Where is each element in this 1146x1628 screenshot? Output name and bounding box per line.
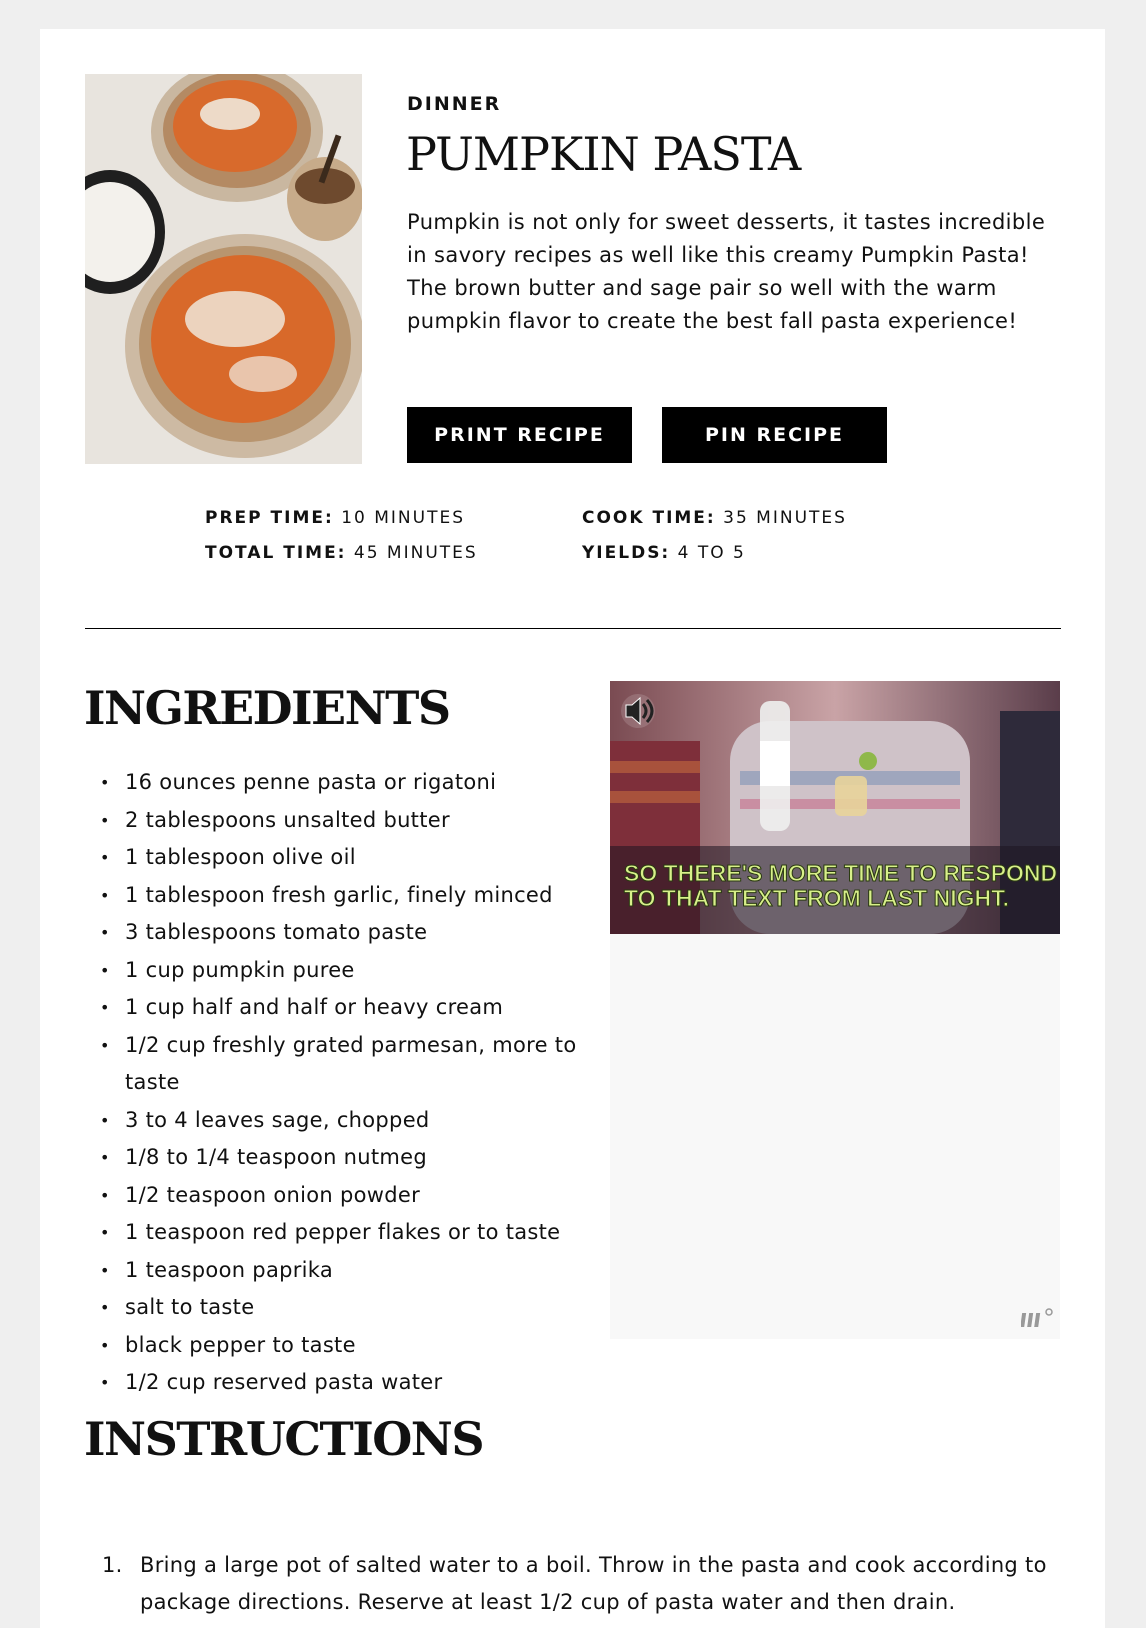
list-item: 1. Bring a large pot of salted water to … bbox=[102, 1547, 1052, 1621]
prep-time-value: 10 MINUTES bbox=[341, 508, 465, 528]
prep-time: PREP TIME: 10 MINUTES bbox=[205, 508, 465, 528]
list-item: 16 ounces penne pasta or rigatoni bbox=[100, 764, 610, 802]
ingredients-list: 16 ounces penne pasta or rigatoni 2 tabl… bbox=[100, 764, 610, 1402]
list-item: salt to taste bbox=[100, 1289, 610, 1327]
ad-logo-icon[interactable] bbox=[1020, 1307, 1055, 1334]
list-item: 3 to 4 leaves sage, chopped bbox=[100, 1102, 610, 1140]
pin-recipe-button[interactable]: PIN RECIPE bbox=[662, 407, 887, 463]
list-item: 1 tablespoon olive oil bbox=[100, 839, 610, 877]
list-item: 1/2 cup freshly grated parmesan, more to… bbox=[100, 1027, 610, 1102]
recipe-card: DINNER PUMPKIN PASTA Pumpkin is not only… bbox=[40, 29, 1105, 1628]
step-text: Bring a large pot of salted water to a b… bbox=[140, 1553, 1047, 1614]
cook-time-label: COOK TIME: bbox=[582, 508, 716, 528]
instructions-list: 1. Bring a large pot of salted water to … bbox=[102, 1547, 1052, 1621]
cook-time-value: 35 MINUTES bbox=[723, 508, 847, 528]
video-caption-line1: SO THERE'S MORE TIME TO RESPOND bbox=[624, 860, 1057, 886]
list-item: 2 tablespoons unsalted butter bbox=[100, 802, 610, 840]
cook-time: COOK TIME: 35 MINUTES bbox=[582, 508, 847, 528]
recipe-category: DINNER bbox=[407, 93, 502, 115]
video-frame: SO THERE'S MORE TIME TO RESPOND TO THAT … bbox=[610, 681, 1060, 934]
list-item: 1 tablespoon fresh garlic, finely minced bbox=[100, 877, 610, 915]
recipe-photo bbox=[85, 74, 362, 464]
recipe-description: Pumpkin is not only for sweet desserts, … bbox=[407, 210, 1046, 333]
total-time-label: TOTAL TIME: bbox=[205, 543, 347, 563]
print-recipe-button[interactable]: PRINT RECIPE bbox=[407, 407, 632, 463]
recipe-title: PUMPKIN PASTA bbox=[406, 127, 801, 181]
section-divider bbox=[85, 628, 1061, 629]
list-item: black pepper to taste bbox=[100, 1327, 610, 1365]
list-item: 1/2 teaspoon onion powder bbox=[100, 1177, 610, 1215]
speaker-icon[interactable] bbox=[621, 694, 655, 728]
list-item: 1 teaspoon red pepper flakes or to taste bbox=[100, 1214, 610, 1252]
ingredients-heading: INGREDIENTS bbox=[84, 681, 451, 735]
prep-time-label: PREP TIME: bbox=[205, 508, 334, 528]
list-item: 1 cup half and half or heavy cream bbox=[100, 989, 610, 1027]
list-item: 3 tablespoons tomato paste bbox=[100, 914, 610, 952]
video-caption-line2: TO THAT TEXT FROM LAST NIGHT. bbox=[624, 885, 1009, 911]
instructions-heading: INSTRUCTIONS bbox=[84, 1412, 485, 1466]
total-time: TOTAL TIME: 45 MINUTES bbox=[205, 543, 478, 563]
ad-space bbox=[610, 934, 1060, 1339]
yields-label: YIELDS: bbox=[582, 543, 671, 563]
video-ad[interactable]: SO THERE'S MORE TIME TO RESPOND TO THAT … bbox=[610, 681, 1060, 934]
step-number: 1. bbox=[102, 1553, 123, 1577]
list-item: 1 teaspoon paprika bbox=[100, 1252, 610, 1290]
list-item: 1/2 cup reserved pasta water bbox=[100, 1364, 610, 1402]
yields-value: 4 TO 5 bbox=[677, 543, 746, 563]
list-item: 1 cup pumpkin puree bbox=[100, 952, 610, 990]
yields: YIELDS: 4 TO 5 bbox=[582, 543, 746, 563]
total-time-value: 45 MINUTES bbox=[353, 543, 478, 563]
list-item: 1/8 to 1/4 teaspoon nutmeg bbox=[100, 1139, 610, 1177]
